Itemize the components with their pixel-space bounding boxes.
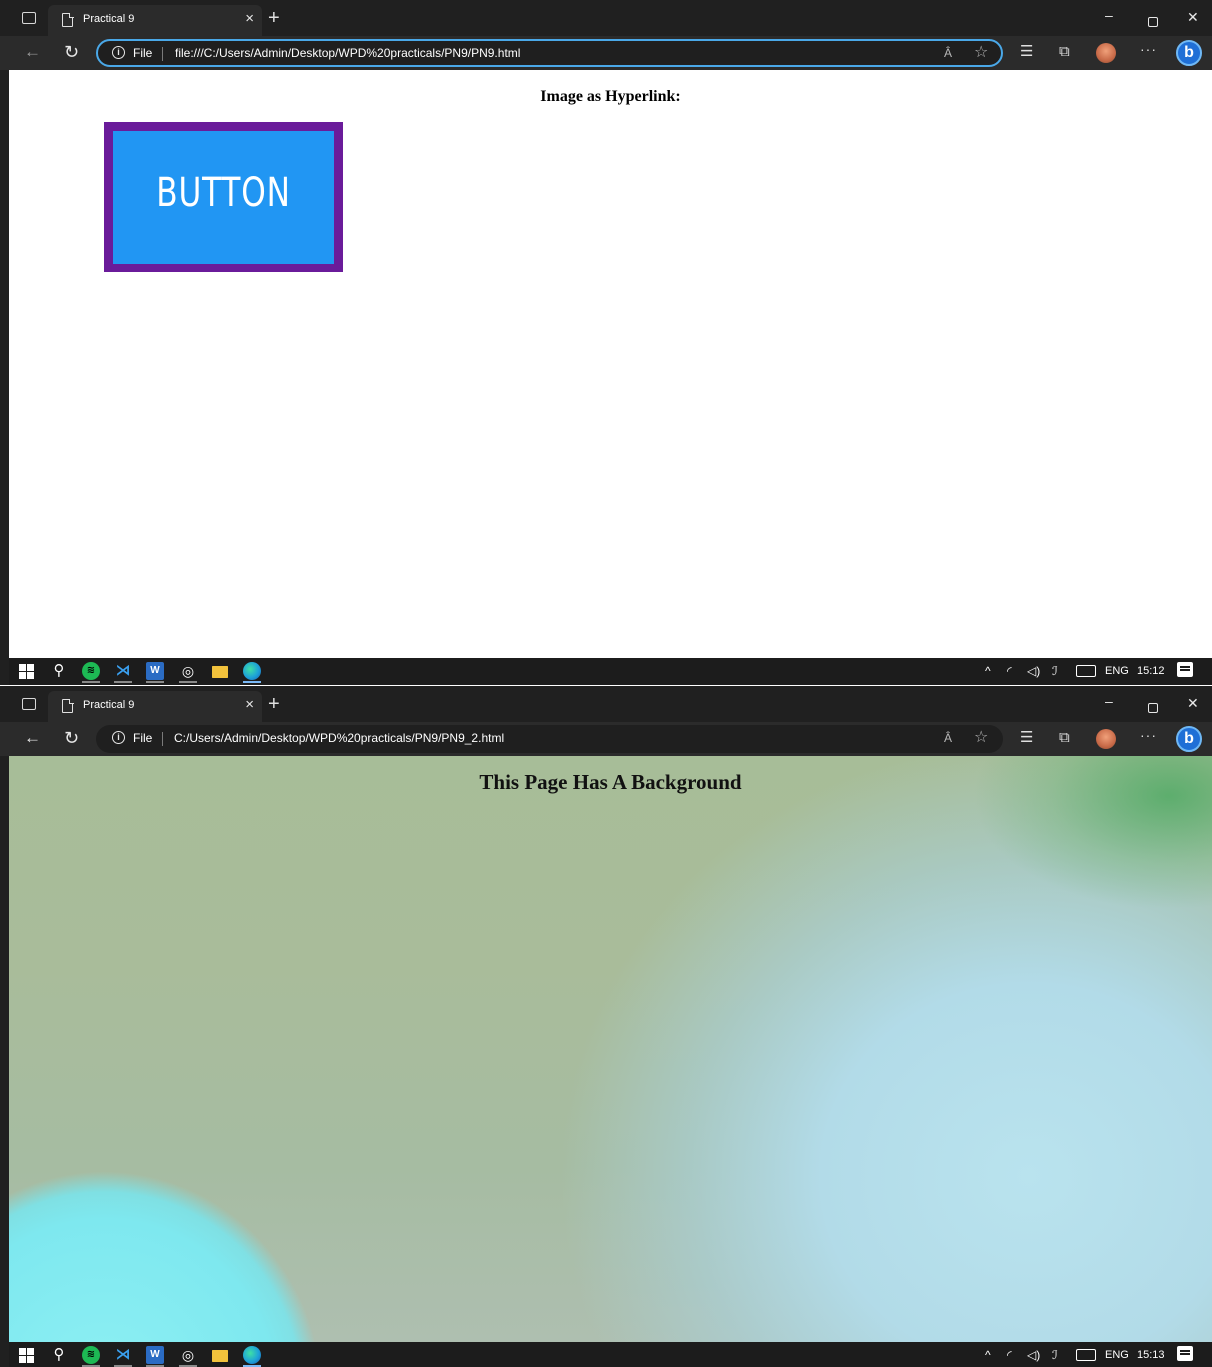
search-icon[interactable]: ⚲ xyxy=(50,662,68,680)
toolbar: ← ↻ i File C:/Users/Admin/Desktop/WPD%20… xyxy=(0,722,1212,756)
read-aloud-icon[interactable]: Â xyxy=(944,731,952,745)
page-heading: Image as Hyperlink: xyxy=(540,88,681,105)
url-text[interactable]: file:///C:/Users/Admin/Desktop/WPD%20pra… xyxy=(175,46,520,60)
title-bar: Practical 9 × + – ✕ xyxy=(0,686,1212,722)
read-aloud-icon[interactable]: Â xyxy=(944,46,952,60)
more-icon[interactable]: ··· xyxy=(1140,727,1157,743)
windows-start-icon[interactable] xyxy=(18,662,36,680)
pen-icon[interactable]: ℐ xyxy=(1052,1348,1058,1362)
url-text[interactable]: C:/Users/Admin/Desktop/WPD%20practicals/… xyxy=(174,731,504,745)
file-explorer-icon[interactable] xyxy=(211,662,229,680)
address-bar[interactable]: i File file:///C:/Users/Admin/Desktop/WP… xyxy=(96,39,1003,67)
page-content: Image as Hyperlink: BUTTON xyxy=(9,70,1212,658)
file-label: File xyxy=(133,731,153,745)
taskbar: ⚲ ≋ ⋊ W ◎ ^ ◜ ◁) ℐ ENG 15:12 xyxy=(9,658,1212,685)
info-icon[interactable]: i xyxy=(112,731,125,744)
restore-button[interactable] xyxy=(1148,17,1158,27)
profile-avatar[interactable] xyxy=(1096,43,1116,63)
back-icon[interactable]: ← xyxy=(24,728,41,748)
file-explorer-icon[interactable] xyxy=(211,1346,229,1364)
wifi-icon[interactable]: ◜ xyxy=(1007,664,1012,678)
page-heading: This Page Has A Background xyxy=(479,770,742,794)
page-content-background: This Page Has A Background xyxy=(9,756,1212,1342)
new-tab-button[interactable]: + xyxy=(268,6,280,30)
word-icon[interactable]: W xyxy=(146,1346,164,1367)
image-hyperlink[interactable]: BUTTON xyxy=(104,122,343,272)
chevron-up-icon[interactable]: ^ xyxy=(985,664,991,678)
chevron-up-icon[interactable]: ^ xyxy=(985,1348,991,1362)
keyboard-icon[interactable] xyxy=(1076,665,1096,677)
browser-window-2: Practical 9 × + – ✕ ← ↻ i File C:/Users/… xyxy=(0,686,1212,1367)
reload-icon[interactable]: ↻ xyxy=(64,41,79,63)
spotify-icon[interactable]: ≋ xyxy=(82,1346,100,1367)
divider xyxy=(162,732,163,746)
collections-icon[interactable]: ⧉ xyxy=(1059,729,1070,747)
back-icon[interactable]: ← xyxy=(24,42,41,62)
close-window-button[interactable]: ✕ xyxy=(1187,8,1199,26)
app-icon[interactable]: ◎ xyxy=(179,1346,197,1367)
tab-close-button[interactable]: × xyxy=(245,10,254,28)
vscode-icon[interactable]: ⋊ xyxy=(114,662,132,683)
edge-icon[interactable] xyxy=(243,662,261,683)
pen-icon[interactable]: ℐ xyxy=(1052,664,1058,678)
taskbar: ⚲ ≋ ⋊ W ◎ ^ ◜ ◁) ℐ ENG 15:13 xyxy=(9,1342,1212,1367)
tab-actions-icon[interactable] xyxy=(22,698,36,710)
volume-icon[interactable]: ◁) xyxy=(1027,1348,1040,1362)
minimize-button[interactable]: – xyxy=(1105,6,1113,24)
word-icon[interactable]: W xyxy=(146,662,164,683)
address-bar[interactable]: i File C:/Users/Admin/Desktop/WPD%20prac… xyxy=(96,725,1003,753)
close-window-button[interactable]: ✕ xyxy=(1187,694,1199,712)
favorite-star-icon[interactable]: ☆ xyxy=(974,729,988,747)
windows-start-icon[interactable] xyxy=(18,1346,36,1364)
language-indicator[interactable]: ENG xyxy=(1105,1348,1129,1362)
bing-icon[interactable]: b xyxy=(1176,726,1202,752)
language-indicator[interactable]: ENG xyxy=(1105,664,1129,678)
spotify-icon[interactable]: ≋ xyxy=(82,662,100,683)
app-icon[interactable]: ◎ xyxy=(179,662,197,683)
search-icon[interactable]: ⚲ xyxy=(50,1346,68,1364)
tab-actions-icon[interactable] xyxy=(22,12,36,24)
page-icon xyxy=(62,698,74,713)
minimize-button[interactable]: – xyxy=(1105,692,1113,710)
reload-icon[interactable]: ↻ xyxy=(64,727,79,749)
profile-avatar[interactable] xyxy=(1096,729,1116,749)
info-icon[interactable]: i xyxy=(112,46,125,59)
clock[interactable]: 15:12 xyxy=(1137,664,1165,678)
divider xyxy=(162,47,163,61)
notification-icon[interactable] xyxy=(1177,1346,1193,1361)
browser-window-1: Practical 9 × + – ✕ ← ↻ i File file:///C… xyxy=(0,0,1212,685)
more-icon[interactable]: ··· xyxy=(1140,41,1157,57)
tab-practical-9[interactable]: Practical 9 × xyxy=(48,5,262,36)
favorite-star-icon[interactable]: ☆ xyxy=(974,44,988,62)
tab-title: Practical 9 xyxy=(83,699,135,711)
tab-practical-9[interactable]: Practical 9 × xyxy=(48,691,262,722)
restore-button[interactable] xyxy=(1148,703,1158,713)
new-tab-button[interactable]: + xyxy=(268,692,280,716)
bing-icon[interactable]: b xyxy=(1176,40,1202,66)
toolbar: ← ↻ i File file:///C:/Users/Admin/Deskto… xyxy=(0,36,1212,70)
file-label: File xyxy=(133,46,153,60)
volume-icon[interactable]: ◁) xyxy=(1027,664,1040,678)
edge-icon[interactable] xyxy=(243,1346,261,1367)
clock[interactable]: 15:13 xyxy=(1137,1348,1165,1362)
button-image-text: BUTTON xyxy=(156,170,291,216)
title-bar: Practical 9 × + – ✕ xyxy=(0,0,1212,36)
tab-close-button[interactable]: × xyxy=(245,696,254,714)
favorites-icon[interactable]: ☰ xyxy=(1020,43,1033,61)
wifi-icon[interactable]: ◜ xyxy=(1007,1348,1012,1362)
tab-title: Practical 9 xyxy=(83,13,135,25)
collections-icon[interactable]: ⧉ xyxy=(1059,43,1070,61)
keyboard-icon[interactable] xyxy=(1076,1349,1096,1361)
vscode-icon[interactable]: ⋊ xyxy=(114,1346,132,1367)
favorites-icon[interactable]: ☰ xyxy=(1020,729,1033,747)
page-icon xyxy=(62,12,74,27)
notification-icon[interactable] xyxy=(1177,662,1193,677)
button-image[interactable]: BUTTON xyxy=(113,131,334,264)
